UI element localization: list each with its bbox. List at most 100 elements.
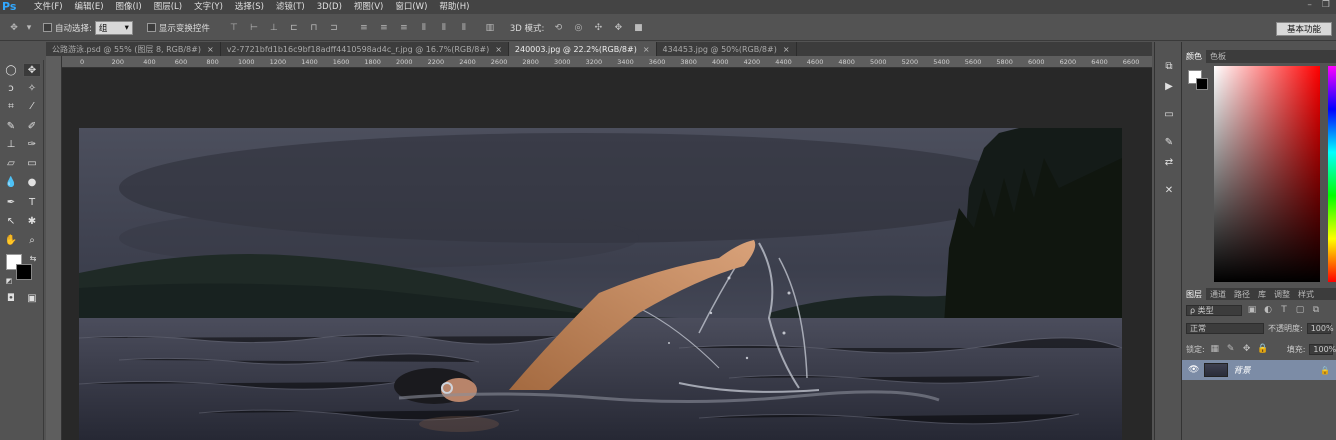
slide-3d-icon[interactable]: ✥: [612, 22, 624, 34]
tab-document-4[interactable]: 434453.jpg @ 50%(RGB/8#) ×: [657, 42, 797, 56]
menu-type[interactable]: 文字(Y): [188, 0, 229, 14]
healing-brush-icon[interactable]: ✎: [2, 120, 20, 134]
menu-window[interactable]: 窗口(W): [389, 0, 433, 14]
tab-layers[interactable]: 图层: [1182, 288, 1206, 301]
document-image[interactable]: [79, 128, 1122, 440]
filter-shape-icon[interactable]: ▢: [1294, 304, 1306, 316]
type-tool-icon[interactable]: T: [23, 196, 41, 210]
play-action-icon[interactable]: ▶: [1160, 80, 1178, 94]
path-select-icon[interactable]: ↖: [2, 215, 20, 229]
crop-tool-icon[interactable]: ⌗: [2, 100, 20, 114]
tab-document-3[interactable]: 240003.jpg @ 22.2%(RGB/8#) ×: [508, 42, 657, 56]
layer-item-background[interactable]: 👁 背景 🔒: [1182, 360, 1336, 380]
lock-pixels-icon[interactable]: ▦: [1209, 343, 1221, 355]
menu-file[interactable]: 文件(F): [28, 0, 69, 14]
horizontal-ruler[interactable]: 0 200 400 600 800 1000 1200 1400 1600 1800 2000 220…: [62, 56, 1152, 68]
history-icon[interactable]: ⧉: [1160, 60, 1178, 74]
minimize-icon[interactable]: –: [1307, 0, 1312, 10]
opacity-input[interactable]: 100%: [1306, 323, 1334, 334]
distribute-hcenter-icon[interactable]: ⫴: [438, 22, 450, 34]
auto-select-checkbox[interactable]: [43, 23, 52, 32]
chevron-down-icon[interactable]: ▾: [23, 22, 35, 34]
scale-3d-icon[interactable]: ■: [632, 22, 644, 34]
menu-edit[interactable]: 编辑(E): [69, 0, 110, 14]
menu-filter[interactable]: 滤镜(T): [270, 0, 311, 14]
zoom-tool-icon[interactable]: ⌕: [23, 234, 41, 248]
distribute-right-icon[interactable]: ⫴: [458, 22, 470, 34]
move-tool-icon[interactable]: ✥: [23, 63, 41, 77]
history-brush-icon[interactable]: ✑: [23, 138, 41, 152]
hue-slider[interactable]: [1328, 66, 1336, 282]
brush-presets-icon[interactable]: ✎: [1160, 136, 1178, 150]
tab-document-1[interactable]: 公路游泳.psd @ 55% (图层 8, RGB/8#) ×: [46, 42, 221, 56]
distribute-top-icon[interactable]: ≡: [358, 22, 370, 34]
align-bottom-icon[interactable]: ⊥: [268, 22, 280, 34]
workspace-dropdown[interactable]: 基本功能: [1276, 22, 1332, 36]
show-transform-checkbox[interactable]: [146, 23, 156, 32]
background-color-swatch[interactable]: [16, 264, 32, 280]
screen-mode-icon[interactable]: ▣: [23, 292, 41, 306]
tab-libraries[interactable]: 库: [1254, 288, 1270, 301]
gradient-tool-icon[interactable]: ▭: [23, 157, 41, 171]
rotate-3d-icon[interactable]: ⟲: [552, 22, 564, 34]
restore-icon[interactable]: ❐: [1322, 0, 1330, 10]
menu-help[interactable]: 帮助(H): [433, 0, 475, 14]
tool-presets-icon[interactable]: ✕: [1160, 184, 1178, 198]
auto-align-icon[interactable]: ▥: [484, 22, 496, 34]
adjust-sliders-icon[interactable]: ⇄: [1160, 156, 1178, 170]
roll-3d-icon[interactable]: ◎: [572, 22, 584, 34]
clone-stamp-icon[interactable]: ⊥: [2, 138, 20, 152]
menu-image[interactable]: 图像(I): [110, 0, 148, 14]
close-icon[interactable]: ×: [783, 45, 790, 54]
filter-type-icon[interactable]: T: [1278, 304, 1290, 316]
distribute-bottom-icon[interactable]: ≡: [398, 22, 410, 34]
eraser-tool-icon[interactable]: ▱: [2, 157, 20, 171]
align-hcenter-icon[interactable]: ⊓: [308, 22, 320, 34]
distribute-vcenter-icon[interactable]: ≡: [378, 22, 390, 34]
eyedropper-icon[interactable]: ⁄: [23, 100, 41, 114]
blend-mode-dropdown[interactable]: 正常: [1186, 323, 1264, 334]
tab-styles[interactable]: 样式: [1294, 288, 1318, 301]
align-vcenter-icon[interactable]: ⊢: [248, 22, 260, 34]
move-tool-icon[interactable]: ✥: [8, 22, 20, 34]
menu-layer[interactable]: 图层(L): [148, 0, 188, 14]
dodge-tool-icon[interactable]: ●: [23, 176, 41, 190]
quick-mask-icon[interactable]: ◘: [2, 292, 20, 306]
default-colors-icon[interactable]: ◩: [0, 274, 18, 288]
close-icon[interactable]: ×: [495, 45, 502, 54]
lock-all-icon[interactable]: 🔒: [1257, 343, 1269, 355]
fill-input[interactable]: 100%: [1309, 343, 1336, 355]
drag-3d-icon[interactable]: ✣: [592, 22, 604, 34]
marquee-tool-icon[interactable]: ◯: [2, 64, 20, 78]
magic-wand-icon[interactable]: ✧: [23, 82, 41, 96]
hand-tool-icon[interactable]: ✋: [2, 234, 20, 248]
align-top-icon[interactable]: ⊤: [228, 22, 240, 34]
tab-channels[interactable]: 通道: [1206, 288, 1230, 301]
lock-position-icon[interactable]: ✥: [1241, 343, 1253, 355]
eye-icon[interactable]: 👁: [1188, 365, 1199, 375]
filter-smart-icon[interactable]: ⧉: [1310, 304, 1322, 316]
color-picker-field[interactable]: [1214, 66, 1320, 282]
blur-tool-icon[interactable]: 💧: [2, 176, 20, 190]
vertical-ruler[interactable]: [46, 56, 62, 440]
filter-pixel-icon[interactable]: ▣: [1246, 304, 1258, 316]
align-right-icon[interactable]: ⊐: [328, 22, 340, 34]
tab-color[interactable]: 颜色: [1182, 50, 1206, 63]
brush-tool-icon[interactable]: ✐: [23, 120, 41, 134]
shape-tool-icon[interactable]: ✱: [23, 215, 41, 229]
auto-select-dropdown[interactable]: 组 ▾: [94, 20, 133, 35]
layer-filter-dropdown[interactable]: ρ 类型: [1186, 304, 1242, 316]
menu-3d[interactable]: 3D(D): [311, 0, 348, 14]
tab-paths[interactable]: 路径: [1230, 288, 1254, 301]
tab-swatches[interactable]: 色板: [1206, 50, 1230, 63]
lasso-tool-icon[interactable]: ↄ: [2, 82, 20, 96]
pen-tool-icon[interactable]: ✒: [2, 196, 20, 210]
tab-document-2[interactable]: v2-7721bfd1b16c9bf18adff4410598ad4c_r.jp…: [221, 42, 509, 56]
menu-view[interactable]: 视图(V): [348, 0, 389, 14]
tab-adjustments[interactable]: 调整: [1270, 288, 1294, 301]
menu-select[interactable]: 选择(S): [229, 0, 270, 14]
close-icon[interactable]: ×: [207, 45, 214, 54]
align-left-icon[interactable]: ⊏: [288, 22, 300, 34]
color-panel-background[interactable]: [1196, 78, 1208, 90]
measure-icon[interactable]: ▭: [1160, 108, 1178, 122]
